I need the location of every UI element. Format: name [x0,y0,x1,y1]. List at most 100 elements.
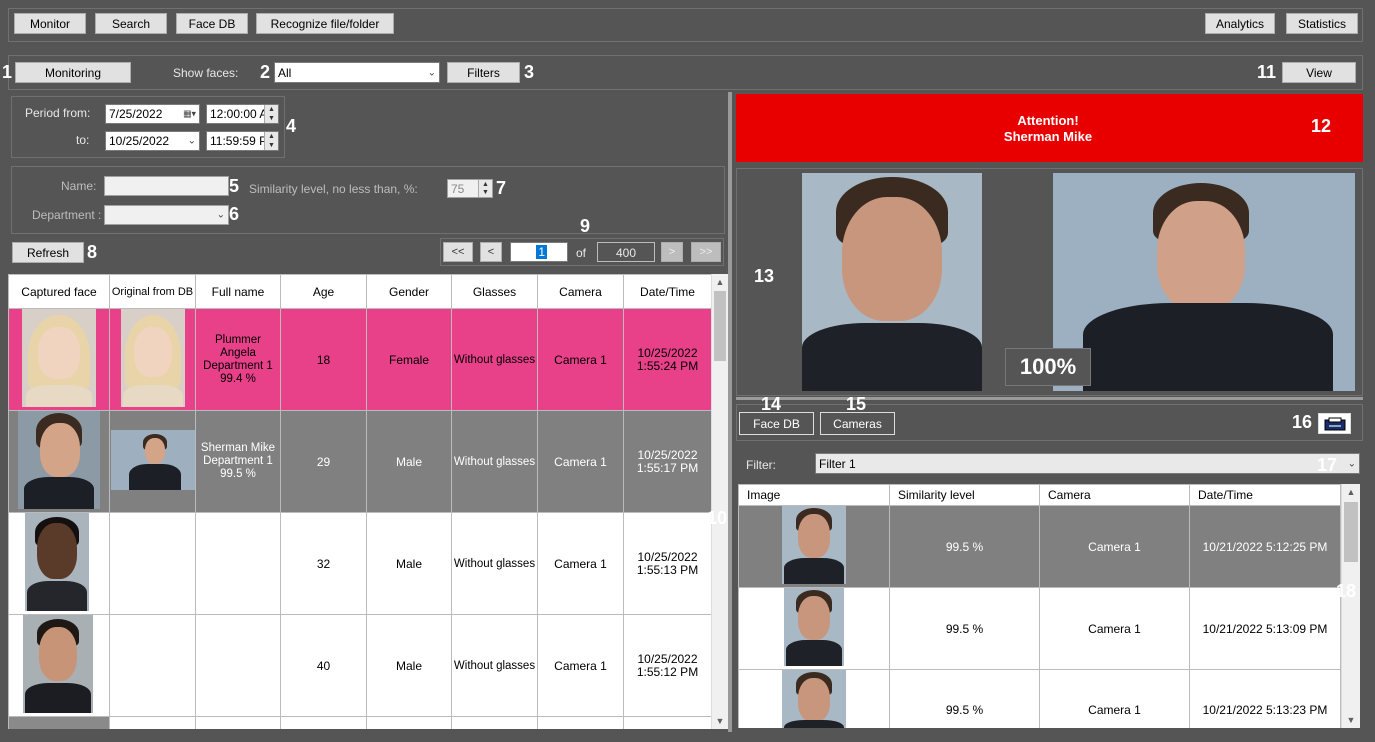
face-thumbnail [22,309,96,407]
search-button[interactable]: Search [95,13,167,34]
similarity-percentage: 100% [1005,348,1091,386]
camera-cell: Camera 1 [537,308,624,411]
similarity-spinner-icon[interactable]: ▲ ▼ [478,180,492,197]
callout-18: 18 [1336,581,1357,601]
column-header[interactable]: Date/Time [623,274,712,309]
matches-scrollbar[interactable]: ▲ ▼ [1341,484,1360,728]
period-to-label: to: [76,133,90,147]
similarity-input[interactable]: 75 ▲ ▼ [447,179,493,198]
next-page-button[interactable]: > [661,242,683,262]
statistics-button[interactable]: Statistics [1286,13,1358,34]
column-header[interactable]: Image [738,484,890,506]
column-header[interactable]: Glasses [451,274,538,309]
age-cell: 32 [280,512,367,615]
filters-button[interactable]: Filters [447,62,520,83]
face-db-button[interactable]: Face DB [176,13,248,34]
column-header[interactable]: Captured face [8,274,110,309]
print-icon[interactable] [1318,413,1351,434]
callout-12: 12 [1311,116,1332,136]
face-thumbnail [25,513,89,611]
callout-3: 3 [524,62,535,82]
camera-cell: Camera 1 [1039,587,1190,670]
table-row[interactable]: 40 Male Without glasses Camera 1 10/25/2… [8,614,712,717]
column-header[interactable]: Date/Time [1189,484,1341,506]
table-row[interactable]: 99.5 % Camera 1 10/21/2022 5:13:09 PM [738,587,1341,670]
chevron-down-icon: ⌄ [216,209,225,221]
show-faces-value: All [278,65,292,80]
refresh-button[interactable]: Refresh [12,242,84,263]
column-header[interactable]: Age [280,274,367,309]
name-input[interactable] [104,176,229,196]
scroll-thumb[interactable] [714,291,726,361]
column-header[interactable]: Full name [195,274,281,309]
to-time-input[interactable]: 11:59:59 P ▲ ▼ [206,131,279,151]
datetime-cell: 10/25/2022 1:55:13 PM [623,512,712,615]
from-date-value: 7/25/2022 [109,107,163,121]
table-row[interactable]: 32 Male Without glasses Camera 1 10/25/2… [8,512,712,615]
last-page-button[interactable]: >> [691,242,721,262]
column-header[interactable]: Gender [366,274,452,309]
results-table-container: Captured face Original from DB Full name… [8,274,728,729]
period-from-label: Period from: [25,106,91,120]
scroll-up-icon[interactable]: ▲ [712,274,728,290]
table-row[interactable]: Sherman Mike Department 1 99.5 % 29 Male… [8,410,712,513]
datetime-cell: 10/25/2022 1:55:24 PM [623,308,712,411]
results-scrollbar[interactable]: ▲ ▼ [711,274,728,729]
similarity-cell: 99.5 % [889,505,1040,588]
table-row[interactable]: 99.5 % Camera 1 10/21/2022 5:13:23 PM [738,669,1341,728]
table-row[interactable]: 99.5 % Camera 1 10/21/2022 5:12:25 PM [738,505,1341,588]
similarity-value: 75 [451,181,465,196]
gender-cell [366,716,452,729]
face-db-tab-button[interactable]: Face DB [739,412,814,435]
show-faces-select[interactable]: All ⌄ [274,62,440,83]
callout-5: 5 [229,176,240,196]
matches-table: Image Similarity level Camera Date/Time … [738,484,1341,728]
callout-13: 13 [754,266,775,286]
time-spinner-icon[interactable]: ▲ ▼ [264,132,278,150]
department-select[interactable]: ⌄ [104,205,229,225]
camera-cell: Camera 1 [1039,505,1190,588]
camera-cell: Camera 1 [537,512,624,615]
page-value: 1 [536,245,547,259]
table-row[interactable]: Plummer Angela Department 1 99.4 % 18 Fe… [8,308,712,411]
face-thumbnail [18,411,100,509]
cameras-tab-button[interactable]: Cameras [820,412,895,435]
scroll-up-icon[interactable]: ▲ [1342,484,1360,500]
scroll-thumb[interactable] [1344,502,1358,562]
column-header[interactable]: Similarity level [889,484,1040,506]
from-date-picker[interactable]: 7/25/2022 ▦▾ [105,104,200,124]
original-face-cell [109,308,196,411]
monitor-button[interactable]: Monitor [14,13,86,34]
alert-title: Attention! [1017,113,1079,128]
analytics-button[interactable]: Analytics [1205,13,1275,34]
datetime-cell [623,716,712,729]
column-header[interactable]: Original from DB [109,274,196,309]
glasses-cell: Without glasses [451,512,538,615]
from-time-input[interactable]: 12:00:00 A ▲ ▼ [206,104,279,124]
table-row[interactable] [8,716,712,729]
camera-cell [537,716,624,729]
prev-page-button[interactable]: < [480,242,502,262]
filter-select[interactable]: Filter 1 ⌄ [815,453,1360,474]
page-input[interactable]: 1 [510,242,568,262]
to-date-picker[interactable]: 10/25/2022 ⌄ [105,131,200,151]
calendar-icon[interactable]: ▦▾ [183,109,196,120]
monitoring-button[interactable]: Monitoring [15,62,131,83]
scroll-down-icon[interactable]: ▼ [712,713,728,729]
datetime-cell: 10/25/2022 1:55:12 PM [623,614,712,717]
callout-10: 10 [707,508,728,528]
panel-splitter[interactable] [728,92,732,732]
column-header[interactable]: Camera [537,274,624,309]
full-name-cell [195,512,281,615]
view-button[interactable]: View [1282,62,1356,83]
age-cell: 18 [280,308,367,411]
face-thumbnail [784,588,844,666]
first-page-button[interactable]: << [443,242,473,262]
time-spinner-icon[interactable]: ▲ ▼ [264,105,278,123]
scroll-down-icon[interactable]: ▼ [1342,712,1360,728]
horizontal-splitter[interactable] [736,397,1363,400]
column-header[interactable]: Camera [1039,484,1190,506]
recognize-file-folder-button[interactable]: Recognize file/folder [256,13,394,34]
glasses-cell: Without glasses [451,410,538,513]
original-face-cell [109,614,196,717]
